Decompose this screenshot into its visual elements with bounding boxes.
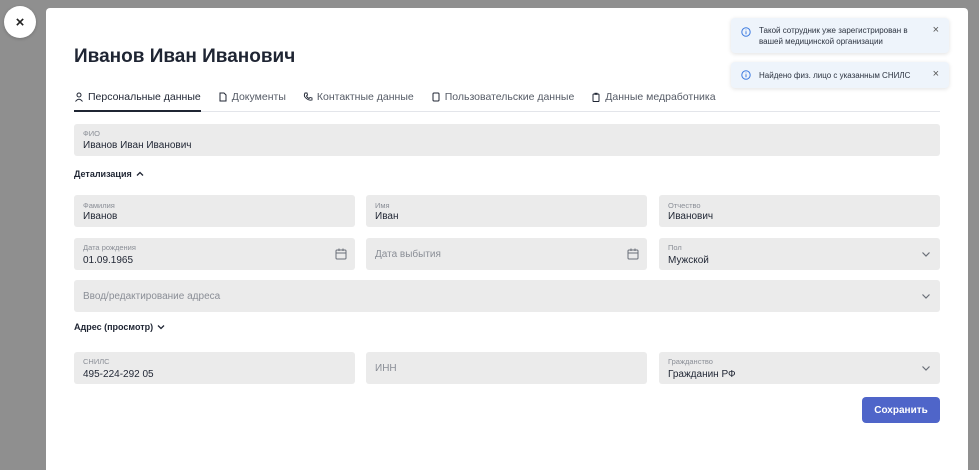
person-icon <box>75 92 83 102</box>
first-name-value: Иван <box>375 211 399 222</box>
citizenship-value: Гражданин РФ <box>668 369 736 380</box>
clipboard-icon <box>592 92 600 102</box>
citizenship-label: Гражданство <box>668 357 713 366</box>
calendar-icon[interactable] <box>335 248 347 260</box>
chevron-down-icon <box>922 366 930 371</box>
notification-line: Такой сотрудник уже зарегистрирован в <box>759 26 908 35</box>
info-icon <box>741 70 751 80</box>
document-icon <box>219 92 227 102</box>
tab-medical-worker[interactable]: Данные медработника <box>591 88 716 112</box>
fio-value: Иванов Иван Иванович <box>83 140 192 151</box>
inn-field[interactable]: ИНН <box>366 352 647 384</box>
patronymic-label: Отчество <box>668 201 701 210</box>
tab-documents[interactable]: Документы <box>218 88 286 112</box>
section-label: Адрес (просмотр) <box>74 322 154 332</box>
close-icon: × <box>15 13 25 31</box>
tab-label: Контактные данные <box>316 91 414 103</box>
notification-line: Найдено физ. лицо с указанным СНИЛС <box>759 71 911 80</box>
last-name-field[interactable]: Фамилия Иванов <box>74 195 355 227</box>
gender-label: Пол <box>668 243 682 252</box>
tab-personal-data[interactable]: Персональные данные <box>74 88 201 112</box>
snils-field[interactable]: СНИЛС 495-224-292 05 <box>74 352 355 384</box>
birth-date-value: 01.09.1965 <box>83 255 134 266</box>
departure-date-placeholder: Дата выбытия <box>375 249 441 260</box>
patronymic-field[interactable]: Отчество Иванович <box>659 195 940 227</box>
citizenship-select[interactable]: Гражданство Гражданин РФ <box>659 352 940 384</box>
tab-label: Документы <box>231 91 286 103</box>
user-data-icon <box>432 92 440 102</box>
departure-date-field[interactable]: Дата выбытия <box>366 238 647 270</box>
tab-bar: Персональные данные Документы Контактные… <box>74 88 940 112</box>
fio-label: ФИО <box>83 129 100 138</box>
inn-placeholder: ИНН <box>375 363 397 374</box>
close-icon[interactable]: × <box>933 24 939 36</box>
close-icon[interactable]: × <box>933 68 939 80</box>
tab-contacts[interactable]: Контактные данные <box>303 88 414 112</box>
chevron-down-icon <box>157 325 165 330</box>
last-name-label: Фамилия <box>83 201 115 210</box>
fio-field[interactable]: ФИО Иванов Иван Иванович <box>74 124 940 156</box>
snils-value: 495-224-292 05 <box>83 369 154 380</box>
tab-label: Персональные данные <box>88 91 201 103</box>
notification-text: Такой сотрудник уже зарегистрирован в ва… <box>759 25 908 47</box>
notification-duplicate-employee: Такой сотрудник уже зарегистрирован в ва… <box>731 18 949 53</box>
tab-label: Данные медработника <box>605 91 716 103</box>
gender-value: Мужской <box>668 255 709 266</box>
chevron-up-icon <box>136 171 144 176</box>
section-label: Детализация <box>74 169 132 179</box>
first-name-label: Имя <box>375 201 390 210</box>
snils-label: СНИЛС <box>83 357 110 366</box>
address-view-toggle[interactable]: Адрес (просмотр) <box>74 322 165 332</box>
phone-icon <box>303 92 313 101</box>
address-input[interactable]: Ввод/редактирование адреса <box>74 280 940 312</box>
close-modal-button[interactable]: × <box>4 6 36 38</box>
info-icon <box>741 27 751 37</box>
details-section-toggle[interactable]: Детализация <box>74 169 144 179</box>
gender-select[interactable]: Пол Мужской <box>659 238 940 270</box>
notification-line: вашей медицинской организации <box>759 37 883 46</box>
birth-date-field[interactable]: Дата рождения 01.09.1965 <box>74 238 355 270</box>
last-name-value: Иванов <box>83 211 118 222</box>
tab-user-data[interactable]: Пользовательские данные <box>431 88 575 112</box>
calendar-icon[interactable] <box>627 248 639 260</box>
patronymic-value: Иванович <box>668 211 714 222</box>
chevron-down-icon <box>922 294 930 299</box>
address-placeholder: Ввод/редактирование адреса <box>83 291 221 302</box>
tab-label: Пользовательские данные <box>444 91 575 103</box>
chevron-down-icon <box>922 252 930 257</box>
birth-date-label: Дата рождения <box>83 243 136 252</box>
notification-snils-found: Найдено физ. лицо с указанным СНИЛС × <box>731 62 949 88</box>
save-button[interactable]: Сохранить <box>862 397 940 423</box>
page-title: Иванов Иван Иванович <box>74 46 296 67</box>
first-name-field[interactable]: Имя Иван <box>366 195 647 227</box>
